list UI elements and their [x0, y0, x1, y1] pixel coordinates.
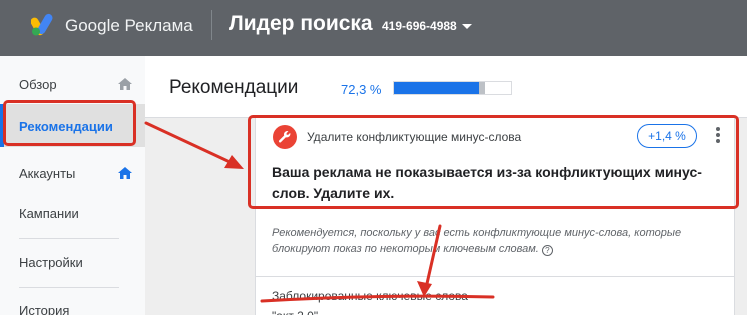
annotation-arrowhead	[417, 281, 432, 297]
annotation-underline	[260, 294, 495, 303]
annotation-arrows	[144, 121, 495, 303]
annotation-arrow	[424, 224, 442, 290]
annotation-arrow	[144, 121, 238, 167]
